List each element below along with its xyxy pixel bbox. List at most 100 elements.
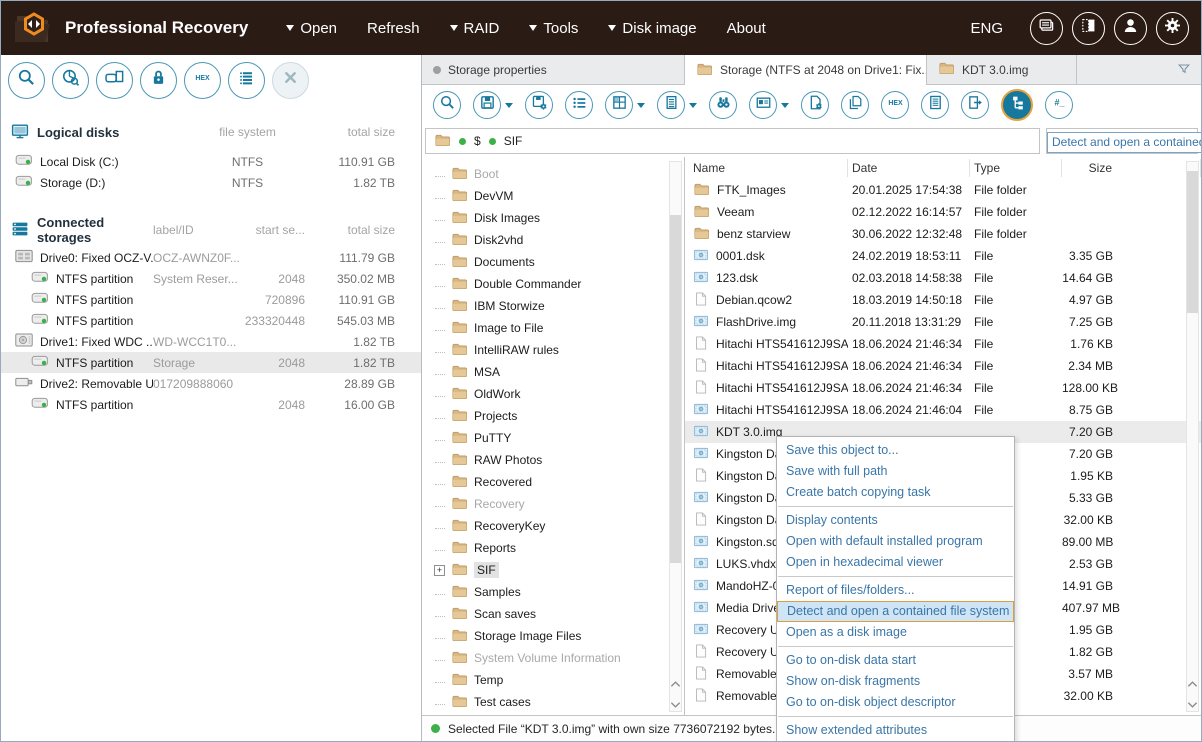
settings-gear-button[interactable] (1156, 12, 1189, 45)
tree-item-image-to-file[interactable]: Image to File (422, 317, 684, 339)
context-item-report-of-files-folders[interactable]: Report of files/folders... (777, 580, 1014, 601)
view-mode-button[interactable] (657, 91, 685, 119)
close-storage-button[interactable] (272, 62, 309, 99)
storage-row-drive0-fixed-ocz-v[interactable]: Drive0: Fixed OCZ-V... OCZ-AWNZ0F... 111… (1, 247, 421, 268)
tree-item-reports[interactable]: Reports (422, 537, 684, 559)
context-item-open-with-default-installed-program[interactable]: Open with default installed program (777, 531, 1014, 552)
tree-item-test-cases[interactable]: Test cases (422, 691, 684, 713)
list-scroll-up-icon[interactable] (1187, 680, 1198, 688)
tab-storage-ntfs-at-2048-on-drive1-fix[interactable]: Storage (NTFS at 2048 on Drive1: Fix...✕ (685, 55, 927, 85)
tree-item-putty[interactable]: PuTTY (422, 427, 684, 449)
tab-kdt-3-0-img[interactable]: KDT 3.0.img (927, 55, 1077, 84)
menu-raid[interactable]: RAID (450, 20, 500, 37)
logical-disk-row[interactable]: Local Disk (C:) NTFS 110.91 GB (1, 151, 421, 172)
context-item-go-to-on-disk-object-descriptor[interactable]: Go to on-disk object descriptor (777, 692, 1014, 713)
tree-scroll-thumb[interactable] (670, 215, 681, 563)
contained-fs-button[interactable] (1001, 89, 1033, 121)
tree-item-msa[interactable]: MSA (422, 361, 684, 383)
context-item-go-to-on-disk-data-start[interactable]: Go to on-disk data start (777, 650, 1014, 671)
tree-item-storage-image-files[interactable]: Storage Image Files (422, 625, 684, 647)
context-item-detect-and-open-a-contained-file-system[interactable]: Detect and open a contained file system (777, 601, 1014, 622)
language-selector[interactable]: ENG (970, 20, 1003, 37)
news-panel-button[interactable] (1030, 12, 1063, 45)
report-button[interactable] (921, 91, 949, 119)
context-item-show-on-disk-fragments[interactable]: Show on-disk fragments (777, 671, 1014, 692)
menu-disk-image[interactable]: Disk image (608, 20, 696, 37)
preview-button[interactable] (749, 91, 777, 119)
storage-usage-button[interactable] (52, 62, 89, 99)
hex-viewer-button[interactable]: HEX (881, 91, 909, 119)
context-item-open-in-hexadecimal-viewer[interactable]: Open in hexadecimal viewer (777, 552, 1014, 573)
menu-open[interactable]: Open (286, 20, 337, 37)
file-row-hitachi-hts541612j9sa0[interactable]: Hitachi HTS541612J9SA0... 18.06.2024 21:… (685, 333, 1201, 355)
file-row-ftk-images[interactable]: FTK_Images 20.01.2025 17:54:38 File fold… (685, 179, 1201, 201)
storage-row-ntfs-partition[interactable]: NTFS partition 2048 16.00 GB (1, 394, 421, 415)
file-row-flashdrive-img[interactable]: FlashDrive.img 20.11.2018 13:31:29 File … (685, 311, 1201, 333)
menu-refresh[interactable]: Refresh (367, 20, 420, 37)
scan-search-button[interactable] (8, 62, 45, 99)
tree-item-samples[interactable]: Samples (422, 581, 684, 603)
tree-scrollbar[interactable] (669, 161, 682, 712)
dropdown-caret-icon[interactable] (781, 103, 789, 108)
list-scroll-down-icon[interactable] (1187, 701, 1198, 709)
storage-row-ntfs-partition[interactable]: NTFS partition Storage 2048 1.82 TB (1, 352, 421, 373)
tree-item-scan-saves[interactable]: Scan saves (422, 603, 684, 625)
tree-item-projects[interactable]: Projects (422, 405, 684, 427)
find-button[interactable] (709, 91, 737, 119)
save-object-button[interactable] (473, 91, 501, 119)
storage-row-ntfs-partition[interactable]: NTFS partition System Reser... 2048 350.… (1, 268, 421, 289)
file-row-benz-starview[interactable]: benz starview 30.06.2022 12:32:48 File f… (685, 223, 1201, 245)
tree-item-sif[interactable]: +SIF (422, 559, 684, 581)
crumb-segment-sif[interactable]: SIF (504, 134, 523, 148)
tree-item-documents[interactable]: Documents (422, 251, 684, 273)
file-row-hitachi-hts541612j9sa0[interactable]: Hitachi HTS541612J9SA0... 18.06.2024 21:… (685, 355, 1201, 377)
logical-disk-row[interactable]: Storage (D:) NTFS 1.82 TB (1, 172, 421, 193)
column-size[interactable]: Size (1062, 159, 1201, 177)
menu-about[interactable]: About (727, 20, 766, 37)
encryption-lock-button[interactable] (140, 62, 177, 99)
tab-list-button[interactable] (1167, 55, 1201, 84)
user-button[interactable] (1114, 12, 1147, 45)
search-button[interactable] (433, 91, 461, 119)
layout-button[interactable] (605, 91, 633, 119)
menu-tools[interactable]: Tools (529, 20, 578, 37)
list-scrollbar[interactable] (1186, 161, 1199, 712)
context-item-show-extended-attributes[interactable]: Show extended attributes (777, 720, 1014, 741)
task-list-button[interactable] (565, 91, 593, 119)
tree-item-intelliraw-rules[interactable]: IntelliRAW rules (422, 339, 684, 361)
list-scroll-thumb[interactable] (1187, 171, 1198, 313)
column-type[interactable]: Type (970, 159, 1062, 177)
tree-item-recovery[interactable]: Recovery (422, 493, 684, 515)
dropdown-caret-icon[interactable] (689, 103, 697, 108)
file-row-hitachi-hts541612j9sa0[interactable]: Hitachi HTS541612J9SA0... 18.06.2024 21:… (685, 399, 1201, 421)
file-row-veeam[interactable]: Veeam 02.12.2022 16:14:57 File folder (685, 201, 1201, 223)
expand-plus-icon[interactable]: + (434, 565, 445, 576)
side-panel-button[interactable] (1072, 12, 1105, 45)
tree-item-temp[interactable]: Temp (422, 669, 684, 691)
storage-row-ntfs-partition[interactable]: NTFS partition 720896 110.91 GB (1, 289, 421, 310)
tree-item-system-volume-information[interactable]: System Volume Information (422, 647, 684, 669)
sector-jump-button[interactable]: #_ (1045, 91, 1073, 119)
tree-item-recovered[interactable]: Recovered (422, 471, 684, 493)
tree-scroll-down-icon[interactable] (670, 701, 681, 709)
hex-viewer-button[interactable]: HEX (184, 62, 221, 99)
file-row-hitachi-hts541612j9sa0[interactable]: Hitachi HTS541612J9SA0... 18.06.2024 21:… (685, 377, 1201, 399)
tree-item-disk-images[interactable]: Disk Images (422, 207, 684, 229)
file-row-debian-qcow2[interactable]: Debian.qcow2 18.03.2019 14:50:18 File 4.… (685, 289, 1201, 311)
tree-item-boot[interactable]: Boot (422, 163, 684, 185)
file-row-123-dsk[interactable]: 123.dsk 02.03.2018 14:58:38 File 14.64 G… (685, 267, 1201, 289)
context-item-save-with-full-path[interactable]: Save with full path (777, 461, 1014, 482)
storage-row-drive1-fixed-wdc[interactable]: Drive1: Fixed WDC ... WD-WCC1T0... 1.82 … (1, 331, 421, 352)
context-item-save-this-object-to[interactable]: Save this object to... (777, 440, 1014, 461)
column-date[interactable]: Date (848, 159, 970, 177)
dropdown-caret-icon[interactable] (637, 103, 645, 108)
context-item-open-as-a-disk-image[interactable]: Open as a disk image (777, 622, 1014, 643)
tree-scroll-up-icon[interactable] (670, 680, 681, 688)
tree-item-double-commander[interactable]: Double Commander (422, 273, 684, 295)
tab-storage-properties[interactable]: Storage properties (422, 55, 685, 84)
storage-row-drive2-removable-u[interactable]: Drive2: Removable U... 017209888060 28.8… (1, 373, 421, 394)
tree-item-recoverykey[interactable]: RecoveryKey (422, 515, 684, 537)
event-log-button[interactable] (228, 62, 265, 99)
tree-item-raw-photos[interactable]: RAW Photos (422, 449, 684, 471)
column-name[interactable]: Name (685, 159, 848, 177)
